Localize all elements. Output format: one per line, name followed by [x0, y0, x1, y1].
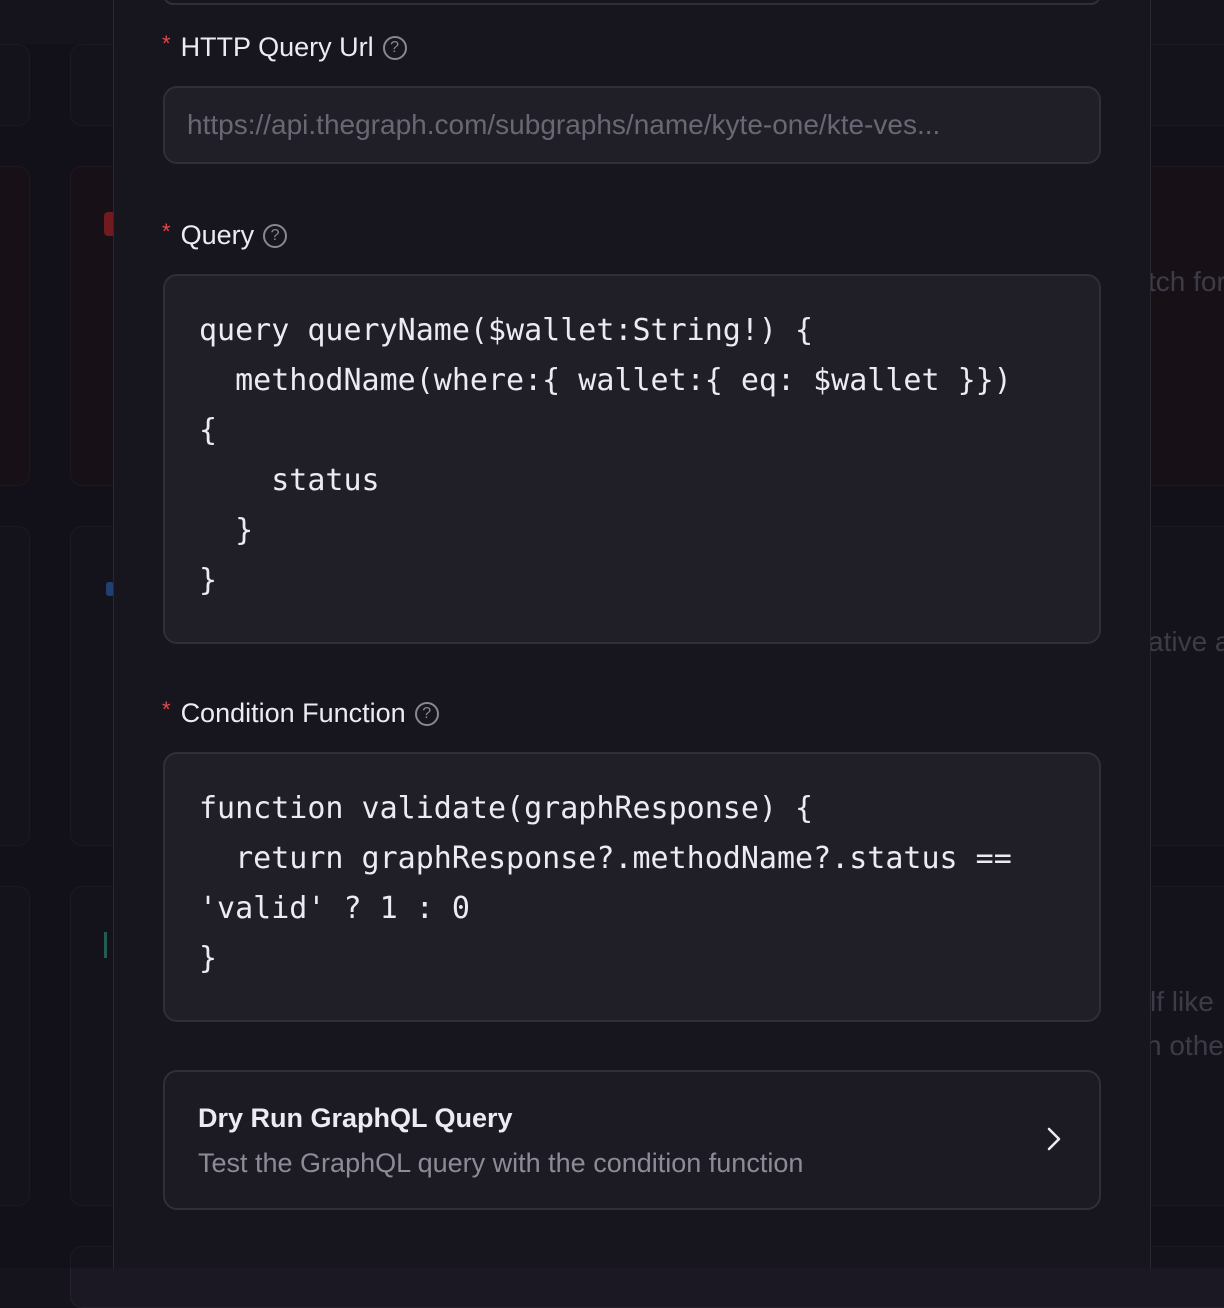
required-marker: * — [162, 218, 171, 244]
condition-function-label: * Condition Function ? — [162, 696, 439, 729]
dry-run-graphql-button[interactable]: Dry Run GraphQL Query Test the GraphQL q… — [163, 1070, 1101, 1210]
http-query-url-label-text: HTTP Query Url — [180, 32, 374, 62]
help-icon[interactable]: ? — [414, 701, 439, 726]
required-marker: * — [162, 30, 171, 56]
required-marker: * — [162, 696, 171, 722]
http-query-url-label: * HTTP Query Url ? — [162, 30, 407, 63]
query-label: * Query ? — [162, 218, 288, 251]
http-query-url-input[interactable] — [163, 86, 1101, 164]
condition-function-code-editor[interactable]: function validate(graphResponse) { retur… — [163, 752, 1101, 1022]
dry-run-title: Dry Run GraphQL Query — [198, 1103, 513, 1133]
query-code-editor[interactable]: query queryName($wallet:String!) { metho… — [163, 274, 1101, 644]
chevron-right-icon — [1047, 1127, 1061, 1151]
form-drawer: * HTTP Query Url ? * Query ? query query… — [113, 0, 1151, 1268]
help-icon[interactable]: ? — [382, 35, 407, 60]
query-label-text: Query — [180, 220, 255, 250]
condition-function-label-text: Condition Function — [180, 698, 406, 728]
dry-run-subtitle: Test the GraphQL query with the conditio… — [198, 1148, 804, 1178]
previous-field-edge — [163, 0, 1101, 5]
help-icon[interactable]: ? — [263, 223, 288, 248]
